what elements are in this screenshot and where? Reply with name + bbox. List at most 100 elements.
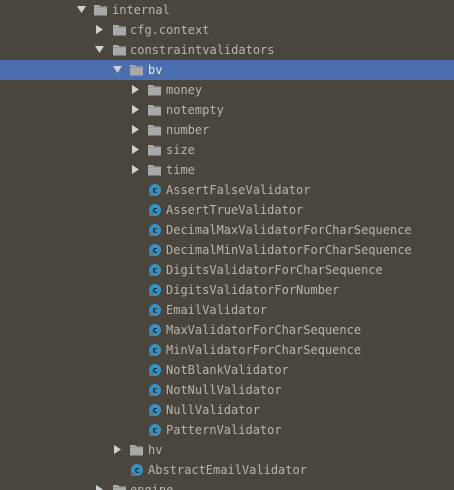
project-tree: internal cfg.context constraintvalidators b… xyxy=(0,0,454,490)
folder-icon xyxy=(147,143,162,157)
tree-node-engine[interactable]: engine xyxy=(0,480,454,490)
chevron-right-icon[interactable] xyxy=(131,145,140,154)
folder-icon xyxy=(147,103,162,117)
chevron-right-icon[interactable] xyxy=(131,165,140,174)
chevron-right-icon[interactable] xyxy=(131,105,140,114)
tree-node-label: time xyxy=(166,163,195,177)
folder-icon xyxy=(93,3,108,17)
tree-node-money[interactable]: money xyxy=(0,80,454,100)
svg-text:c: c xyxy=(134,466,139,476)
tree-node-cfg-context[interactable]: cfg.context xyxy=(0,20,454,40)
svg-text:c: c xyxy=(152,386,157,396)
folder-icon xyxy=(129,63,144,77)
tree-node-label: bv xyxy=(148,63,163,77)
svg-text:c: c xyxy=(152,366,157,376)
class-icon: c xyxy=(148,363,163,377)
tree-node-label: money xyxy=(166,83,203,97)
folder-icon xyxy=(147,163,162,177)
class-icon: c xyxy=(130,463,145,477)
svg-text:c: c xyxy=(152,406,157,416)
tree-node-label: NotBlankValidator xyxy=(166,363,289,377)
chevron-right-icon[interactable] xyxy=(131,125,140,134)
tree-node-time[interactable]: time xyxy=(0,160,454,180)
tree-node-size[interactable]: size xyxy=(0,140,454,160)
tree-node-label: EmailValidator xyxy=(166,303,268,317)
tree-node-emailvalidator[interactable]: c EmailValidator xyxy=(0,300,454,320)
tree-node-label: cfg.context xyxy=(130,23,210,37)
class-icon: c xyxy=(148,203,163,217)
tree-node-label: constraintvalidators xyxy=(130,43,275,57)
class-icon: c xyxy=(148,263,163,277)
folder-icon xyxy=(112,23,127,37)
tree-node-label: AssertFalseValidator xyxy=(166,183,311,197)
svg-text:c: c xyxy=(152,206,157,216)
svg-text:c: c xyxy=(152,186,157,196)
tree-node-label: NullValidator xyxy=(166,403,260,417)
chevron-right-icon[interactable] xyxy=(95,25,104,34)
tree-node-maxvalidatorforcharsequence[interactable]: c MaxValidatorForCharSequence xyxy=(0,320,454,340)
tree-node-digitsvalidatorfornumber[interactable]: c DigitsValidatorForNumber xyxy=(0,280,454,300)
chevron-down-icon[interactable] xyxy=(95,45,104,54)
class-icon: c xyxy=(148,423,163,437)
chevron-right-icon[interactable] xyxy=(131,85,140,94)
tree-node-abstractemailvalidator[interactable]: c AbstractEmailValidator xyxy=(0,460,454,480)
class-icon: c xyxy=(148,383,163,397)
tree-node-label: DigitsValidatorForCharSequence xyxy=(166,263,383,277)
chevron-down-icon[interactable] xyxy=(77,5,86,14)
tree-node-label: DecimalMinValidatorForCharSequence xyxy=(166,243,412,257)
svg-text:c: c xyxy=(152,426,157,436)
tree-node-internal[interactable]: internal xyxy=(0,0,454,20)
tree-node-hv[interactable]: hv xyxy=(0,440,454,460)
tree-node-bv[interactable]: bv xyxy=(0,60,454,80)
tree-node-notempty[interactable]: notempty xyxy=(0,100,454,120)
class-icon: c xyxy=(148,183,163,197)
tree-node-label: engine xyxy=(130,483,174,490)
tree-node-assertfalsevalidator[interactable]: c AssertFalseValidator xyxy=(0,180,454,200)
tree-node-minvalidatorforcharsequence[interactable]: c MinValidatorForCharSequence xyxy=(0,340,454,360)
svg-text:c: c xyxy=(152,226,157,236)
tree-node-digitsvalidatorforcharsequence[interactable]: c DigitsValidatorForCharSequence xyxy=(0,260,454,280)
folder-icon xyxy=(129,443,144,457)
svg-text:c: c xyxy=(152,346,157,356)
tree-node-label: PatternValidator xyxy=(166,423,282,437)
svg-text:c: c xyxy=(152,326,157,336)
class-icon: c xyxy=(148,223,163,237)
tree-node-label: notempty xyxy=(166,103,224,117)
tree-node-patternvalidator[interactable]: c PatternValidator xyxy=(0,420,454,440)
tree-node-label: MaxValidatorForCharSequence xyxy=(166,323,362,337)
class-icon: c xyxy=(148,343,163,357)
class-icon: c xyxy=(148,283,163,297)
folder-icon xyxy=(112,43,127,57)
tree-node-decimalminvalidatorforcharsequence[interactable]: c DecimalMinValidatorForCharSequence xyxy=(0,240,454,260)
tree-node-notblankvalidator[interactable]: c NotBlankValidator xyxy=(0,360,454,380)
svg-text:c: c xyxy=(152,246,157,256)
chevron-right-icon[interactable] xyxy=(95,485,104,490)
tree-node-label: DigitsValidatorForNumber xyxy=(166,283,340,297)
chevron-down-icon[interactable] xyxy=(113,65,122,74)
tree-node-asserttruevalidator[interactable]: c AssertTrueValidator xyxy=(0,200,454,220)
tree-node-number[interactable]: number xyxy=(0,120,454,140)
folder-icon xyxy=(112,483,127,490)
class-icon: c xyxy=(148,403,163,417)
tree-node-decimalmaxvalidatorforcharsequence[interactable]: c DecimalMaxValidatorForCharSequence xyxy=(0,220,454,240)
folder-icon xyxy=(147,123,162,137)
class-icon: c xyxy=(148,303,163,317)
chevron-right-icon[interactable] xyxy=(113,445,122,454)
tree-node-label: MinValidatorForCharSequence xyxy=(166,343,362,357)
folder-icon xyxy=(147,83,162,97)
tree-node-notnullvalidator[interactable]: c NotNullValidator xyxy=(0,380,454,400)
class-icon: c xyxy=(148,323,163,337)
tree-node-label: hv xyxy=(148,443,163,457)
tree-node-label: number xyxy=(166,123,210,137)
tree-node-label: AssertTrueValidator xyxy=(166,203,304,217)
tree-node-label: DecimalMaxValidatorForCharSequence xyxy=(166,223,412,237)
tree-node-nullvalidator[interactable]: c NullValidator xyxy=(0,400,454,420)
tree-node-label: NotNullValidator xyxy=(166,383,282,397)
tree-node-label: size xyxy=(166,143,195,157)
svg-text:c: c xyxy=(152,266,157,276)
tree-node-constraintvalidators[interactable]: constraintvalidators xyxy=(0,40,454,60)
svg-text:c: c xyxy=(152,306,157,316)
tree-node-label: AbstractEmailValidator xyxy=(148,463,307,477)
tree-node-label: internal xyxy=(112,3,170,17)
svg-text:c: c xyxy=(152,286,157,296)
